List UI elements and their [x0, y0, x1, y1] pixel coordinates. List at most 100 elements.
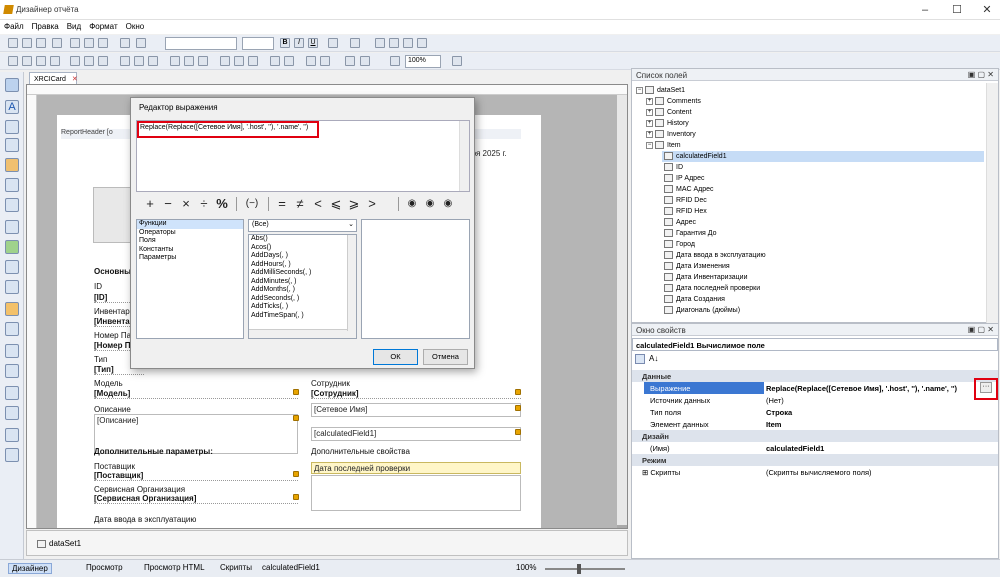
vspacing-inc-icon[interactable]	[234, 56, 244, 66]
panel-buttons-icon[interactable]: ▣ ▢ ✕	[968, 325, 994, 334]
vspacing-icon[interactable]	[220, 56, 230, 66]
category-design[interactable]: Дизайн	[632, 430, 998, 442]
minimize-button[interactable]: –	[912, 2, 938, 18]
category-functions[interactable]: Функции	[137, 220, 243, 229]
not-icon[interactable]: ◉	[440, 196, 456, 212]
prop-row-expression[interactable]: Выражение Replace(Replace([Сетевое Имя],…	[632, 378, 998, 400]
category-parameters[interactable]: Параметры	[137, 254, 243, 263]
checkbox-icon[interactable]	[5, 120, 19, 134]
new-icon[interactable]	[8, 38, 18, 48]
function-item[interactable]: AddDays(, )	[249, 252, 356, 261]
op-plus[interactable]: +	[142, 196, 158, 212]
align-left-icon[interactable]	[375, 38, 385, 48]
op-modulo[interactable]: %	[214, 196, 230, 212]
align-lefts-icon[interactable]	[22, 56, 32, 66]
align-middles-icon[interactable]	[84, 56, 94, 66]
table-icon[interactable]	[5, 198, 19, 212]
justify-icon[interactable]	[417, 38, 427, 48]
expression-input[interactable]: Replace(Replace([Сетевое Имя], '.host', …	[136, 120, 470, 192]
field-item[interactable]: RFID Hex	[664, 207, 707, 215]
crossband-box-icon[interactable]	[5, 448, 19, 462]
function-item[interactable]: Abs()	[249, 235, 356, 244]
op-not-equal[interactable]: ≠	[292, 196, 308, 212]
field-item[interactable]: MAC Адрес	[664, 185, 714, 193]
ellipsis-button[interactable]: ···	[980, 382, 992, 393]
op-minus[interactable]: −	[160, 196, 176, 212]
op-less-equal[interactable]: ⩽	[328, 196, 344, 212]
align-tops-icon[interactable]	[70, 56, 80, 66]
op-less[interactable]: <	[310, 196, 326, 212]
category-list[interactable]: Функции Операторы Поля Константы Парамет…	[136, 219, 244, 339]
open-icon[interactable]	[22, 38, 32, 48]
op-equal[interactable]: =	[274, 196, 290, 212]
prop-row-name[interactable]: (Имя) calculatedField1	[632, 442, 998, 454]
cancel-button[interactable]: Отмена	[423, 349, 468, 365]
prop-row-fieldtype[interactable]: Тип поля Строка	[632, 406, 998, 418]
canvas-scrollbar[interactable]	[617, 95, 627, 525]
menu-window[interactable]: Окно	[122, 20, 149, 33]
lastcheck-field[interactable]: Дата последней проверки	[311, 462, 521, 474]
tree-group[interactable]: + Comments	[646, 97, 701, 105]
same-height-icon[interactable]	[134, 56, 144, 66]
cut-icon[interactable]	[70, 38, 80, 48]
function-item[interactable]: AddTimeSpan(, )	[249, 312, 356, 321]
field-item[interactable]: RFID Dec	[664, 196, 707, 204]
label-icon[interactable]: A	[5, 100, 19, 114]
redo-icon[interactable]	[136, 38, 146, 48]
field-item[interactable]: calculatedField1	[664, 152, 727, 160]
model-field[interactable]: [Модель]	[94, 389, 298, 399]
and-icon[interactable]: ◉	[404, 196, 420, 212]
calculated-field[interactable]: [calculatedField1]	[311, 427, 521, 441]
italic-icon[interactable]: I	[294, 38, 304, 48]
field-item[interactable]: ID	[664, 163, 683, 171]
function-item[interactable]: AddSeconds(, )	[249, 295, 356, 304]
field-item[interactable]: Дата ввода в эксплуатацию	[664, 251, 766, 259]
bold-icon[interactable]: B	[280, 38, 290, 48]
zoom-slider[interactable]	[545, 568, 625, 570]
close-button[interactable]: ✕	[974, 2, 1000, 18]
sort-az-icon[interactable]: A↓	[649, 354, 658, 363]
grid-icon[interactable]	[360, 56, 370, 66]
align-bottoms-icon[interactable]	[98, 56, 108, 66]
underline-icon[interactable]: U	[308, 38, 318, 48]
save-icon[interactable]	[36, 38, 46, 48]
pivot-icon[interactable]	[5, 364, 19, 378]
align-right-icon[interactable]	[403, 38, 413, 48]
send-back-icon[interactable]	[320, 56, 330, 66]
tree-group[interactable]: + Content	[646, 108, 692, 116]
align-grid-icon[interactable]	[8, 56, 18, 66]
fore-color-icon[interactable]	[328, 38, 338, 48]
op-negate[interactable]: (−)	[242, 196, 262, 212]
function-item[interactable]: AddTicks(, )	[249, 303, 356, 312]
category-constants[interactable]: Константы	[137, 246, 243, 255]
pageinfo-icon[interactable]	[5, 406, 19, 420]
field-item[interactable]: Дата последней проверки	[664, 284, 760, 292]
extra-props-panel[interactable]	[311, 475, 521, 511]
tree-root[interactable]: − dataSet1	[636, 86, 685, 94]
tab-scripts[interactable]: Скрипты	[220, 563, 252, 572]
field-item[interactable]: Диагональ (дюймы)	[664, 306, 740, 314]
zoom-slider-thumb[interactable]	[577, 564, 581, 574]
zoom-in-icon[interactable]	[452, 56, 462, 66]
function-hscrollbar[interactable]	[249, 329, 356, 338]
function-list[interactable]: Abs() Acos() AddDays(, ) AddHours(, ) Ad…	[248, 234, 357, 339]
copy-icon[interactable]	[84, 38, 94, 48]
tab-designer[interactable]: Дизайнер	[8, 563, 52, 574]
pointer-icon[interactable]	[5, 78, 19, 92]
dataset-item[interactable]: dataSet1	[37, 539, 81, 548]
tree-group[interactable]: + Inventory	[646, 130, 696, 138]
field-item[interactable]: Гарантия До	[664, 229, 717, 237]
hspacing-inc-icon[interactable]	[184, 56, 194, 66]
center-h-icon[interactable]	[270, 56, 280, 66]
category-modes[interactable]: Режим	[632, 454, 998, 466]
field-tree[interactable]: − dataSet1 + Comments + Content + History + I…	[632, 83, 984, 323]
op-multiply[interactable]: ×	[178, 196, 194, 212]
supplier-field[interactable]: [Поставщик]	[94, 471, 298, 481]
category-operators[interactable]: Операторы	[137, 229, 243, 238]
zoom-out-icon[interactable]	[390, 56, 400, 66]
categorized-icon[interactable]	[635, 354, 645, 364]
function-item[interactable]: AddMilliSeconds(, )	[249, 269, 356, 278]
op-divide[interactable]: ÷	[196, 196, 212, 212]
field-item[interactable]: Дата Изменения	[664, 262, 730, 270]
sparkline-icon[interactable]	[5, 322, 19, 336]
